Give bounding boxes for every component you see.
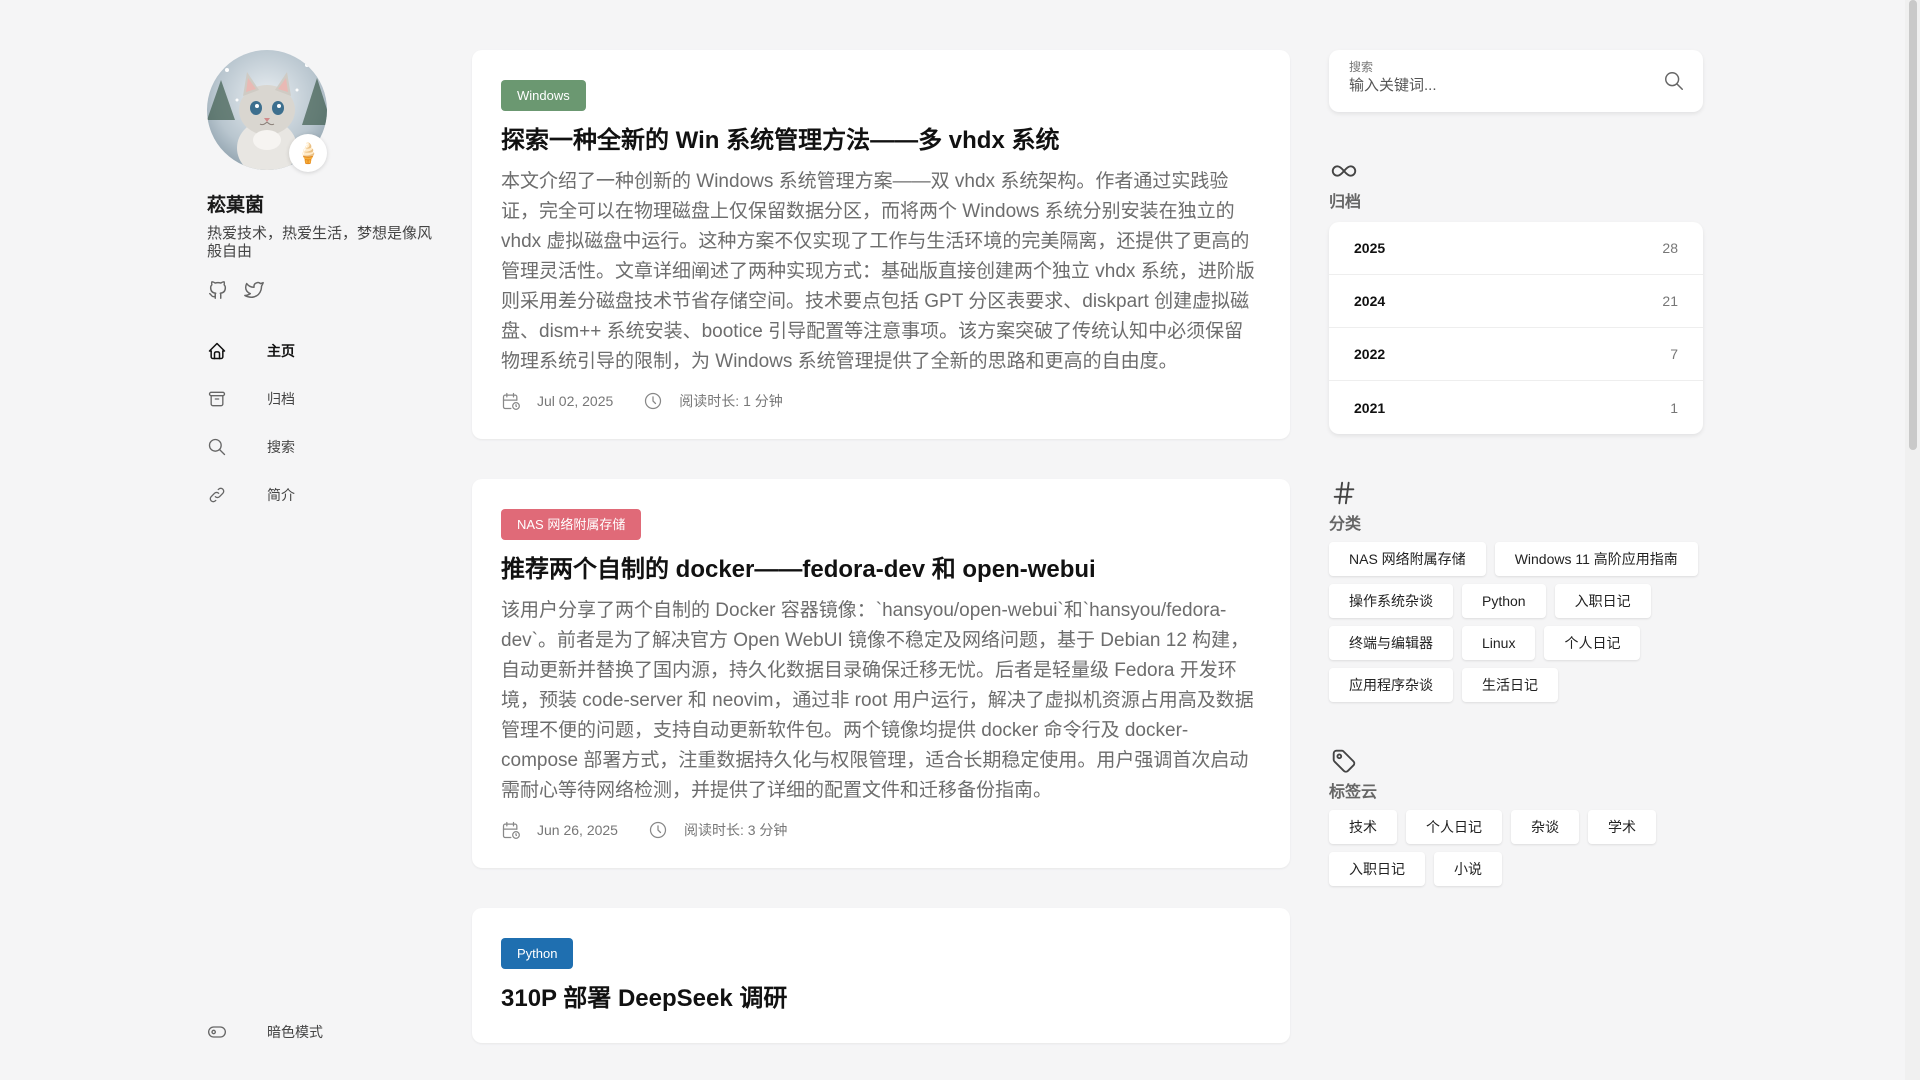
social-links [207, 279, 447, 301]
clock-icon [645, 392, 662, 410]
search-icon[interactable] [1663, 70, 1685, 92]
categories-widget-header: 分类 [1329, 478, 1703, 534]
nav-label-about: 简介 [267, 487, 295, 503]
categories-title: 分类 [1329, 516, 1362, 533]
archives-widget-header: 归档 [1329, 156, 1703, 212]
category-chip[interactable]: 应用程序杂谈 [1329, 668, 1453, 702]
category-chip[interactable]: Linux [1462, 626, 1536, 660]
post-feed: Windows 探索一种全新的 Win 系统管理方法——多 vhdx 系统 本文… [472, 50, 1290, 1080]
archive-year: 2024 [1354, 293, 1386, 309]
post-category-tag[interactable]: Python [501, 938, 574, 969]
archive-row[interactable]: 2022 7 [1329, 328, 1703, 381]
category-chip[interactable]: 操作系统杂谈 [1329, 584, 1453, 618]
nav-item-home[interactable]: 主页 [207, 327, 447, 375]
nav-label-search: 搜索 [267, 439, 295, 455]
tag-chip[interactable]: 小说 [1434, 852, 1502, 886]
archive-year: 2022 [1354, 346, 1386, 362]
tag-chip[interactable]: 学术 [1588, 810, 1656, 844]
avatar-container: 🍦 [207, 50, 327, 172]
archive-list: 2025 28 2024 21 2022 7 2021 1 [1329, 222, 1703, 434]
clock-icon [649, 821, 667, 839]
archive-count: 1 [1670, 399, 1678, 416]
search-icon [208, 438, 226, 456]
main-nav: 主页 归档 搜索 简介 [207, 327, 447, 519]
nav-item-search[interactable]: 搜索 [207, 423, 447, 471]
category-chip[interactable]: 生活日记 [1462, 668, 1558, 702]
category-chip[interactable]: 入职日记 [1554, 584, 1651, 618]
search-label: 搜索 [1349, 60, 1374, 74]
category-chip[interactable]: Windows 11 高阶应用指南 [1494, 542, 1698, 576]
nav-label-home: 主页 [267, 343, 295, 359]
archive-icon [208, 391, 226, 407]
post-category-tag[interactable]: Windows [501, 80, 586, 111]
ice-cream-icon: 🍦 [295, 142, 321, 165]
post-read-time: 阅读时长: 3 分钟 [683, 822, 788, 838]
post-meta: Jul 02, 2025 阅读时长: 1 分钟 [501, 391, 1260, 411]
tag-cloud: 技术 个人日记 杂谈 学术 入职日记 小说 [1329, 810, 1703, 886]
archive-count: 7 [1670, 346, 1678, 362]
archive-year: 2025 [1354, 240, 1386, 256]
post-read-time: 阅读时长: 1 分钟 [679, 393, 783, 409]
post-date: Jul 02, 2025 [537, 393, 614, 409]
post-card: Windows 探索一种全新的 Win 系统管理方法——多 vhdx 系统 本文… [472, 50, 1290, 439]
dark-mode-label: 暗色模式 [267, 1024, 323, 1040]
twitter-icon[interactable] [243, 279, 265, 301]
tag-chip[interactable]: 杂谈 [1511, 810, 1579, 844]
nav-label-archive: 归档 [267, 391, 295, 407]
scrollbar-thumb[interactable] [1909, 0, 1917, 450]
toggle-icon [208, 1026, 226, 1038]
github-icon[interactable] [207, 279, 229, 301]
post-summary: 本文介绍了一种创新的 Windows 系统管理方案——双 vhdx 系统架构。作… [501, 171, 1255, 372]
post-title[interactable]: 310P 部署 DeepSeek 调研 [501, 983, 1260, 1015]
archive-row[interactable]: 2021 1 [1329, 381, 1703, 434]
nav-item-about[interactable]: 简介 [207, 471, 447, 519]
site-name[interactable]: 菘菓菌 [207, 190, 447, 217]
search-widget: 搜索 [1329, 50, 1703, 112]
calendar-clock-icon [502, 821, 520, 839]
archive-count: 28 [1662, 240, 1678, 256]
archive-count: 21 [1662, 293, 1678, 309]
search-input[interactable] [1349, 77, 1639, 94]
archives-title: 归档 [1329, 194, 1362, 211]
tags-title: 标签云 [1329, 784, 1378, 801]
post-title[interactable]: 推荐两个自制的 docker——fedora-dev 和 open-webui [501, 554, 1260, 586]
right-sidebar: 搜索 归档 2025 28 2024 21 2022 7 [1329, 50, 1703, 886]
post-card: Python 310P 部署 DeepSeek 调研 [472, 908, 1290, 1043]
archive-row[interactable]: 2025 28 [1329, 222, 1703, 275]
post-card: NAS 网络附属存储 推荐两个自制的 docker——fedora-dev 和 … [472, 479, 1290, 868]
post-category-tag[interactable]: NAS 网络附属存储 [501, 509, 642, 540]
site-description: 热爱技术，热爱生活，梦想是像风般自由 [207, 225, 433, 260]
tag-chip[interactable]: 个人日记 [1406, 810, 1502, 844]
tag-icon [1332, 749, 1356, 773]
blog-page: 🍦 菘菓菌 热爱技术，热爱生活，梦想是像风般自由 主页 归档 搜索 简介 暗色模… [0, 0, 1920, 1080]
archive-year: 2021 [1354, 399, 1386, 416]
left-sidebar: 🍦 菘菓菌 热爱技术，热爱生活，梦想是像风般自由 主页 归档 搜索 简介 暗色模… [207, 50, 447, 1080]
category-chip[interactable]: 终端与编辑器 [1329, 626, 1453, 660]
dark-mode-toggle[interactable]: 暗色模式 [207, 1008, 323, 1056]
category-list: NAS 网络附属存储 Windows 11 高阶应用指南 操作系统杂谈 Pyth… [1329, 542, 1703, 702]
tag-chip[interactable]: 入职日记 [1329, 852, 1425, 886]
category-chip[interactable]: NAS 网络附属存储 [1329, 542, 1486, 576]
home-icon [208, 342, 226, 360]
post-summary: 该用户分享了两个自制的 Docker 容器镜像：`hansyou/open-we… [501, 600, 1254, 801]
post-date: Jun 26, 2025 [537, 822, 618, 838]
tags-widget-header: 标签云 [1329, 746, 1703, 802]
post-title[interactable]: 探索一种全新的 Win 系统管理方法——多 vhdx 系统 [501, 125, 1260, 157]
hash-icon [1333, 481, 1355, 505]
avatar-badge: 🍦 [289, 134, 327, 172]
nav-item-archive[interactable]: 归档 [207, 375, 447, 423]
link-icon [209, 487, 225, 503]
archive-row[interactable]: 2024 21 [1329, 275, 1703, 328]
calendar-clock-icon [502, 392, 520, 410]
tag-chip[interactable]: 技术 [1329, 810, 1397, 844]
page-scrollbar[interactable] [1905, 0, 1920, 1080]
post-meta: Jun 26, 2025 阅读时长: 3 分钟 [501, 820, 1260, 840]
category-chip[interactable]: 个人日记 [1544, 626, 1641, 660]
infinity-icon [1331, 165, 1357, 177]
category-chip[interactable]: Python [1462, 584, 1546, 618]
